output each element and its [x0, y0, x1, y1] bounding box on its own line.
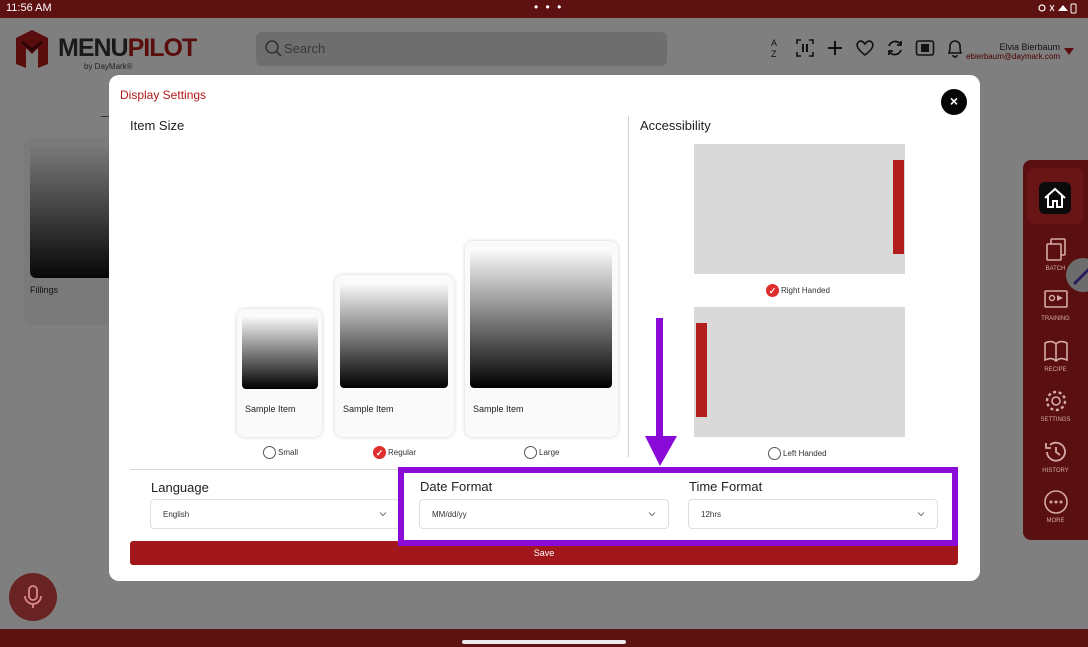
item-size-heading: Item Size [130, 118, 185, 133]
size-card-regular[interactable]: Sample Item [335, 275, 454, 437]
right-handed-preview[interactable] [694, 144, 905, 274]
nav-label: HISTORY [1042, 468, 1069, 474]
home-gesture-handle[interactable] [462, 640, 626, 644]
annotation-arrow-icon [645, 318, 677, 466]
user-menu-caret-icon[interactable] [1064, 48, 1074, 55]
svg-text:A: A [771, 38, 777, 48]
sample-thumbnail [242, 315, 318, 389]
size-radio-large[interactable]: Large [524, 446, 559, 459]
size-card-large[interactable]: Sample Item [465, 241, 618, 437]
category-card[interactable]: Fillings [24, 137, 116, 325]
radio-button[interactable] [768, 447, 781, 460]
sample-caption: Sample Item [245, 404, 296, 414]
voice-button[interactable] [9, 573, 57, 621]
search-bar[interactable]: Search [256, 32, 667, 66]
plus-icon[interactable] [824, 36, 846, 60]
nav-label: RECIPE [1044, 367, 1067, 373]
brand-name: MENUPILOT [58, 34, 197, 62]
category-label: Fillings [30, 285, 59, 295]
select-value: English [163, 510, 190, 519]
print-icon[interactable] [914, 36, 936, 60]
status-bar: 11:56 AM • • • [0, 0, 1088, 18]
header-toolbar: AZ [764, 36, 966, 60]
handedness-bar [696, 323, 707, 417]
app-header: MENUPILOT by DayMark® Search AZ Elvia Bi… [0, 18, 1088, 80]
radio-left-handed[interactable]: Left Handed [768, 447, 827, 460]
system-icons [1038, 2, 1078, 17]
annotation-highlight-box [398, 467, 958, 546]
radio-label: Large [539, 448, 560, 457]
nav-item-more[interactable]: MORE [1023, 488, 1088, 524]
sample-thumbnail [470, 247, 612, 388]
radio-button[interactable] [263, 446, 276, 459]
search-placeholder: Search [284, 41, 326, 56]
chevron-down-icon [379, 512, 387, 517]
radio-label: Regular [388, 448, 417, 457]
brand-subtitle: by DayMark® [84, 62, 133, 71]
language-select[interactable]: English [150, 499, 400, 529]
sort-az-icon[interactable]: AZ [764, 36, 786, 60]
status-dots: • • • [534, 0, 564, 14]
search-icon [265, 40, 282, 57]
home-icon[interactable] [1039, 182, 1071, 214]
user-email: ebierbaum@daymark.com [966, 52, 1060, 61]
sample-caption: Sample Item [473, 404, 524, 414]
history-icon [1044, 441, 1066, 462]
accessibility-heading: Accessibility [640, 118, 711, 133]
section-divider [628, 116, 629, 457]
radio-right-handed[interactable]: ✓ Right Handed [766, 284, 830, 297]
gear-icon [1045, 390, 1066, 412]
left-handed-preview[interactable] [694, 307, 905, 437]
size-radio-regular[interactable]: ✓ Regular [373, 446, 416, 459]
user-info[interactable]: Elvia Bierbaum ebierbaum@daymark.com [966, 42, 1060, 61]
sample-caption: Sample Item [343, 404, 394, 414]
scan-icon[interactable] [794, 36, 816, 60]
bell-icon[interactable] [944, 36, 966, 60]
sample-thumbnail [340, 281, 448, 388]
radio-label: Right Handed [781, 286, 830, 295]
nav-item-recipe[interactable]: RECIPE [1023, 337, 1088, 373]
user-name: Elvia Bierbaum [999, 42, 1060, 52]
radio-label: Left Handed [783, 449, 827, 458]
svg-text:Z: Z [771, 49, 777, 59]
sync-icon[interactable] [884, 36, 906, 60]
recipe-icon [1043, 340, 1068, 363]
category-image [30, 144, 116, 278]
clock: 11:56 AM [6, 2, 52, 14]
menupilot-logo [16, 30, 48, 68]
more-icon [1043, 490, 1068, 514]
nav-label: TRAINING [1041, 316, 1070, 322]
dialog-title: Display Settings [120, 88, 207, 102]
radio-button[interactable] [524, 446, 537, 459]
radio-label: Small [278, 448, 299, 457]
microphone-icon [24, 585, 42, 608]
language-label: Language [151, 480, 209, 495]
nav-label: MORE [1046, 518, 1065, 524]
side-navigation: BATCH TRAINING RECIPE SETTINGS HISTORY M… [1023, 160, 1088, 540]
checkmark-icon[interactable]: ✓ [766, 284, 779, 297]
nav-label: SETTINGS [1040, 417, 1071, 423]
edit-fab[interactable] [1066, 258, 1088, 292]
close-button[interactable]: × [941, 89, 967, 115]
nav-item-history[interactable]: HISTORY [1023, 438, 1088, 474]
nav-item-settings[interactable]: SETTINGS [1023, 387, 1088, 423]
size-radio-small[interactable]: Small [263, 446, 298, 459]
heart-icon[interactable] [854, 36, 876, 60]
handedness-bar [893, 160, 904, 254]
system-navigation-bar [0, 629, 1088, 647]
checkmark-icon[interactable]: ✓ [373, 446, 386, 459]
size-card-small[interactable]: Sample Item [237, 309, 322, 437]
